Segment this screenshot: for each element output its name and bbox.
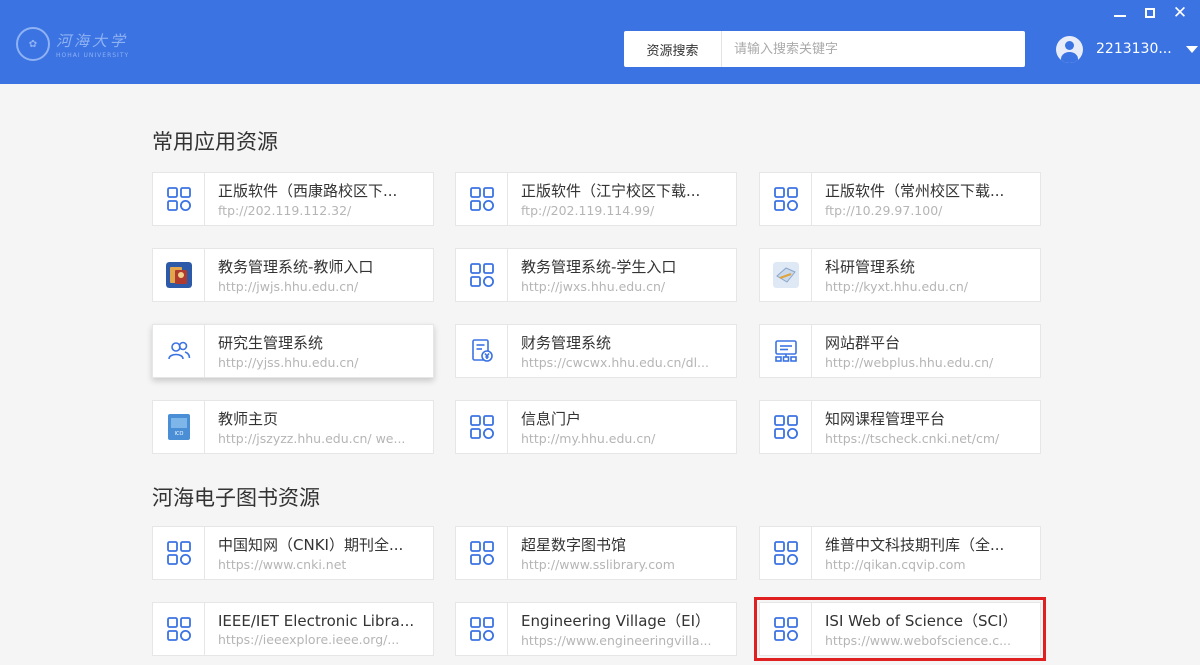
- resource-name: 中国知网（CNKI）期刊全...: [218, 536, 404, 554]
- resource-url: ftp://10.29.97.100/: [825, 203, 943, 218]
- search-box: 资源搜索: [624, 31, 1025, 67]
- search-input[interactable]: [722, 31, 1025, 67]
- resource-name: ISI Web of Science（SCI）: [825, 612, 1018, 630]
- finance-icon: [456, 325, 508, 377]
- grid-icon: [760, 603, 812, 655]
- resource-url: http://jszyzz.hhu.edu.cn/ we...: [218, 431, 406, 446]
- research-icon: [760, 249, 812, 301]
- resource-url: http://my.hhu.edu.cn/: [521, 431, 656, 446]
- grid-icon: [456, 527, 508, 579]
- resource-url: http://qikan.cqvip.com: [825, 557, 966, 572]
- resource-url: ftp://202.119.112.32/: [218, 203, 352, 218]
- grid-icon: [153, 603, 205, 655]
- resource-card[interactable]: IEEE/IET Electronic Libra... https://ieee…: [152, 602, 434, 656]
- resource-card[interactable]: 维普中文科技期刊库（全... http://qikan.cqvip.com: [759, 526, 1041, 580]
- resource-name: 科研管理系统: [825, 258, 916, 276]
- resource-name: 维普中文科技期刊库（全...: [825, 536, 1005, 554]
- resource-name: 教师主页: [218, 410, 279, 428]
- maximize-button[interactable]: [1142, 4, 1158, 22]
- grid-icon: [456, 603, 508, 655]
- section-title-ebook-resources: 河海电子图书资源: [152, 486, 320, 510]
- resource-card[interactable]: 知网课程管理平台 https://tscheck.cnki.net/cm/: [759, 400, 1041, 454]
- resource-url: http://webplus.hhu.edu.cn/: [825, 355, 994, 370]
- resource-url: http://yjss.hhu.edu.cn/: [218, 355, 359, 370]
- resource-card[interactable]: 超星数字图书馆 http://www.sslibrary.com: [455, 526, 737, 580]
- close-icon: ✕: [1172, 2, 1188, 23]
- window-controls: ✕: [1112, 4, 1188, 22]
- resource-name: 正版软件（西康路校区下...: [218, 182, 398, 200]
- resource-name: 教务管理系统-学生入口: [521, 258, 677, 276]
- resource-name: Engineering Village（EI）: [521, 612, 711, 630]
- resource-card[interactable]: 正版软件（江宁校区下载... ftp://202.119.114.99/: [455, 172, 737, 226]
- resource-name: 正版软件（江宁校区下载...: [521, 182, 701, 200]
- avatar[interactable]: [1056, 35, 1083, 63]
- logo-chinese-name: 河海大学: [56, 31, 129, 50]
- resource-url: https://www.engineeringvilla...: [521, 633, 712, 648]
- resource-url: https://www.webofscience.c...: [825, 633, 1011, 648]
- resource-name: 知网课程管理平台: [825, 410, 946, 428]
- top-bar: ✿ 河海大学 HOHAI UNIVERSITY 资源搜索 2213130... …: [0, 0, 1200, 84]
- users-icon: [153, 325, 205, 377]
- grid-icon: [153, 173, 205, 225]
- search-category-button[interactable]: 资源搜索: [624, 31, 722, 67]
- resource-name: 财务管理系统: [521, 334, 612, 352]
- resource-url: https://cwcwx.hhu.edu.cn/dl...: [521, 355, 709, 370]
- resource-url: https://ieeexplore.ieee.org/...: [218, 631, 400, 647]
- resource-name: 正版软件（常州校区下载...: [825, 182, 1005, 200]
- teacher-homepage-icon: ICO: [153, 401, 205, 453]
- resource-name: 研究生管理系统: [218, 334, 324, 352]
- svg-text:ICO: ICO: [174, 431, 183, 437]
- resource-card[interactable]: 中国知网（CNKI）期刊全... https://www.cnki.net: [152, 526, 434, 580]
- close-button[interactable]: ✕: [1172, 4, 1188, 22]
- teacher-portal-icon: [153, 249, 205, 301]
- resource-card[interactable]: ICO 教师主页 http://jszyzz.hhu.edu.cn/ we...: [152, 400, 434, 454]
- resource-card[interactable]: 网站群平台 http://webplus.hhu.edu.cn/: [759, 324, 1041, 378]
- resource-url: https://www.cnki.net: [218, 557, 347, 572]
- resource-card[interactable]: Engineering Village（EI） https://www.engin…: [455, 602, 737, 656]
- grid-icon: [760, 401, 812, 453]
- resource-card[interactable]: 信息门户 http://my.hhu.edu.cn/: [455, 400, 737, 454]
- grid-icon: [456, 249, 508, 301]
- grid-icon: [153, 527, 205, 579]
- chevron-down-icon[interactable]: [1185, 45, 1198, 53]
- resource-card[interactable]: 教务管理系统-学生入口 http://jwxs.hhu.edu.cn/: [455, 248, 737, 302]
- resource-url: http://www.sslibrary.com: [521, 557, 675, 572]
- grid-icon: [760, 527, 812, 579]
- resource-name: 超星数字图书馆: [521, 536, 627, 554]
- section-title-common-apps: 常用应用资源: [152, 130, 278, 154]
- resource-url: http://kyxt.hhu.edu.cn/: [825, 279, 969, 294]
- resource-card[interactable]: 财务管理系统 https://cwcwx.hhu.edu.cn/dl...: [455, 324, 737, 378]
- resource-card[interactable]: 正版软件（西康路校区下... ftp://202.119.112.32/: [152, 172, 434, 226]
- logo-english-name: HOHAI UNIVERSITY: [56, 51, 130, 59]
- resource-name: 教务管理系统-教师入口: [218, 258, 374, 276]
- resource-card[interactable]: 教务管理系统-教师入口 http://jwjs.hhu.edu.cn/: [152, 248, 434, 302]
- resource-card[interactable]: 正版软件（常州校区下载... ftp://10.29.97.100/: [759, 172, 1041, 226]
- university-seal-icon: ✿: [16, 27, 50, 61]
- user-menu[interactable]: 2213130...: [1056, 35, 1198, 63]
- username: 2213130...: [1096, 41, 1172, 57]
- resource-url: https://tscheck.cnki.net/cm/: [825, 431, 1000, 446]
- resource-name: IEEE/IET Electronic Libra...: [218, 611, 415, 630]
- resource-url: http://jwjs.hhu.edu.cn/: [218, 279, 359, 294]
- grid-icon: [456, 401, 508, 453]
- website-icon: [760, 325, 812, 377]
- resource-card[interactable]: 科研管理系统 http://kyxt.hhu.edu.cn/: [759, 248, 1041, 302]
- resource-card[interactable]: 研究生管理系统 http://yjss.hhu.edu.cn/: [152, 324, 434, 378]
- resource-card[interactable]: ISI Web of Science（SCI） https://www.webof…: [754, 597, 1046, 661]
- minimize-button[interactable]: [1112, 4, 1128, 22]
- resource-url: http://jwxs.hhu.edu.cn/: [521, 279, 666, 294]
- resource-url: ftp://202.119.114.99/: [521, 203, 655, 218]
- university-logo[interactable]: ✿ 河海大学 HOHAI UNIVERSITY: [16, 26, 129, 62]
- resource-name: 网站群平台: [825, 334, 901, 352]
- grid-icon: [760, 173, 812, 225]
- resource-name: 信息门户: [521, 410, 582, 428]
- grid-icon: [456, 173, 508, 225]
